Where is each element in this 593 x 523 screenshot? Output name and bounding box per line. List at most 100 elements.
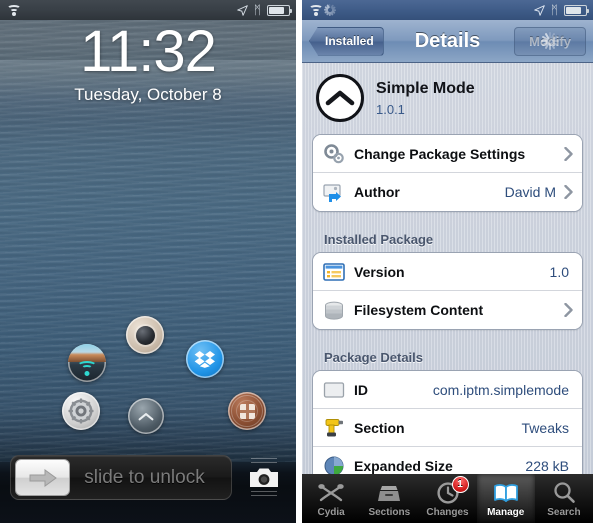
version-window-icon xyxy=(322,260,346,284)
row-value: 228 kB xyxy=(525,458,569,474)
cydia-content-scroll[interactable]: Simple Mode 1.0.1 Change Package Setting… xyxy=(302,63,593,474)
package-name: Simple Mode xyxy=(376,79,475,97)
battery-icon xyxy=(267,4,292,16)
row-label: Version xyxy=(354,263,405,280)
row-label: Section xyxy=(354,419,405,436)
camera-icon xyxy=(250,468,278,487)
group-header-installed-package: Installed Package xyxy=(324,232,434,247)
database-disk-icon xyxy=(322,298,346,322)
battery-icon xyxy=(564,4,589,16)
chevron-up-glyph xyxy=(138,412,154,420)
location-arrow-icon xyxy=(534,4,545,16)
modify-spinner-icon xyxy=(540,31,560,51)
grabber-line xyxy=(251,495,277,496)
tab-cydia[interactable]: Cydia xyxy=(302,474,360,523)
wifi-photo-shortcut-icon[interactable] xyxy=(68,344,106,382)
row-expanded-size[interactable]: Expanded Size 228 kB xyxy=(313,447,582,474)
row-label: ID xyxy=(354,381,368,398)
camera-grabber[interactable] xyxy=(244,452,284,502)
gears-icon xyxy=(322,142,346,166)
row-section[interactable]: Section Tweaks xyxy=(313,409,582,447)
grabber-line xyxy=(251,491,277,492)
grabber-line xyxy=(251,462,277,463)
slide-to-unlock-slider[interactable]: slide to unlock xyxy=(10,455,232,500)
simple-mode-chevron-shortcut-icon[interactable] xyxy=(128,398,164,434)
lockscreen-status-bar: ᛗ xyxy=(0,0,296,20)
cydia-details-screen: ᛗ Installed Details Modify Simple Mode 1… xyxy=(302,0,593,523)
cydia-box-glyph xyxy=(239,403,255,419)
wifi-icon xyxy=(6,4,21,16)
clock-date: Tuesday, October 8 xyxy=(74,84,222,104)
dropbox-shortcut-icon[interactable] xyxy=(186,340,224,378)
row-value: David M xyxy=(504,184,556,200)
cydia-tab-bar: Cydia Sections 1 Changes Manage Search xyxy=(302,474,593,523)
tab-sections[interactable]: Sections xyxy=(360,474,418,523)
tab-label: Manage xyxy=(487,506,525,518)
wifi-icon xyxy=(308,4,323,16)
arrow-right-icon xyxy=(29,468,57,487)
ios-lock-screen: ᛗ 11:32 Tuesday, October 8 slide to unlo… xyxy=(0,0,296,523)
row-value: 1.0 xyxy=(549,263,569,280)
back-button-installed[interactable]: Installed xyxy=(309,26,384,56)
status-right-group: ᛗ xyxy=(534,3,589,17)
installed-package-group: Version 1.0 Filesystem Content xyxy=(312,252,583,330)
author-card-icon xyxy=(322,180,346,204)
tab-changes[interactable]: 1 Changes xyxy=(418,474,476,523)
location-arrow-icon xyxy=(237,4,248,16)
settings-gear-shortcut-icon[interactable] xyxy=(62,392,100,430)
chevron-right-icon xyxy=(564,185,573,199)
cydia-scissors-icon xyxy=(317,480,345,506)
photo-glyph xyxy=(68,344,106,362)
row-label: Filesystem Content xyxy=(354,302,484,318)
id-box-icon xyxy=(322,378,346,402)
grabber-line xyxy=(251,458,277,459)
wifi-waves-glyph xyxy=(76,361,98,378)
row-change-package-settings[interactable]: Change Package Settings xyxy=(313,135,582,173)
row-label: Author xyxy=(354,184,400,200)
row-author[interactable]: Author David M xyxy=(313,173,582,211)
tab-label: Sections xyxy=(368,506,411,518)
cydia-shortcut-icon[interactable] xyxy=(228,392,266,430)
row-label: Change Package Settings xyxy=(354,145,526,162)
modify-button[interactable]: Modify xyxy=(514,26,586,56)
clock-time: 11:32 xyxy=(80,19,217,84)
row-id[interactable]: ID com.iptm.simplemode xyxy=(313,371,582,409)
tab-label: Cydia xyxy=(317,506,345,518)
slider-track[interactable]: slide to unlock xyxy=(10,455,232,500)
magnifier-icon xyxy=(550,480,578,506)
cydia-status-bar: ᛗ xyxy=(302,0,593,20)
package-title-block: Simple Mode 1.0.1 xyxy=(376,80,475,117)
dropbox-glyph xyxy=(194,351,215,368)
slider-knob[interactable] xyxy=(15,459,70,496)
camera-lens-glyph xyxy=(135,325,155,345)
slider-label: slide to unlock xyxy=(84,466,205,488)
drawer-icon xyxy=(375,480,403,506)
tab-search[interactable]: Search xyxy=(535,474,593,523)
status-right-group: ᛗ xyxy=(237,3,292,17)
chevron-right-icon xyxy=(564,303,573,317)
package-version: 1.0.1 xyxy=(376,101,405,117)
row-label: Expanded Size xyxy=(354,458,453,474)
group-header-package-details: Package Details xyxy=(324,350,424,365)
tab-manage[interactable]: Manage xyxy=(476,474,535,523)
tab-label: Changes xyxy=(426,506,469,518)
drill-tweaks-icon xyxy=(322,416,346,440)
back-button-label: Installed xyxy=(325,34,374,48)
cydia-navigation-bar: Installed Details Modify xyxy=(302,20,593,63)
activity-spinner-icon xyxy=(323,4,336,17)
gear-glyph xyxy=(68,398,94,424)
pie-disk-icon xyxy=(322,454,346,474)
bluetooth-icon: ᛗ xyxy=(253,3,261,17)
package-header: Simple Mode 1.0.1 xyxy=(302,63,593,134)
row-version[interactable]: Version 1.0 xyxy=(313,253,582,291)
book-icon xyxy=(492,480,520,506)
chevron-up-glyph xyxy=(325,90,355,106)
bluetooth-icon: ᛗ xyxy=(550,3,558,17)
row-filesystem-content[interactable]: Filesystem Content xyxy=(313,291,582,329)
chevron-up-circle-icon xyxy=(316,74,364,122)
camera-shortcut-icon[interactable] xyxy=(126,316,164,354)
row-value: Tweaks xyxy=(521,419,569,436)
settings-group: Change Package Settings Author David M xyxy=(312,134,583,212)
lockscreen-clock: 11:32 Tuesday, October 8 xyxy=(0,19,296,105)
changes-badge: 1 xyxy=(451,476,469,493)
